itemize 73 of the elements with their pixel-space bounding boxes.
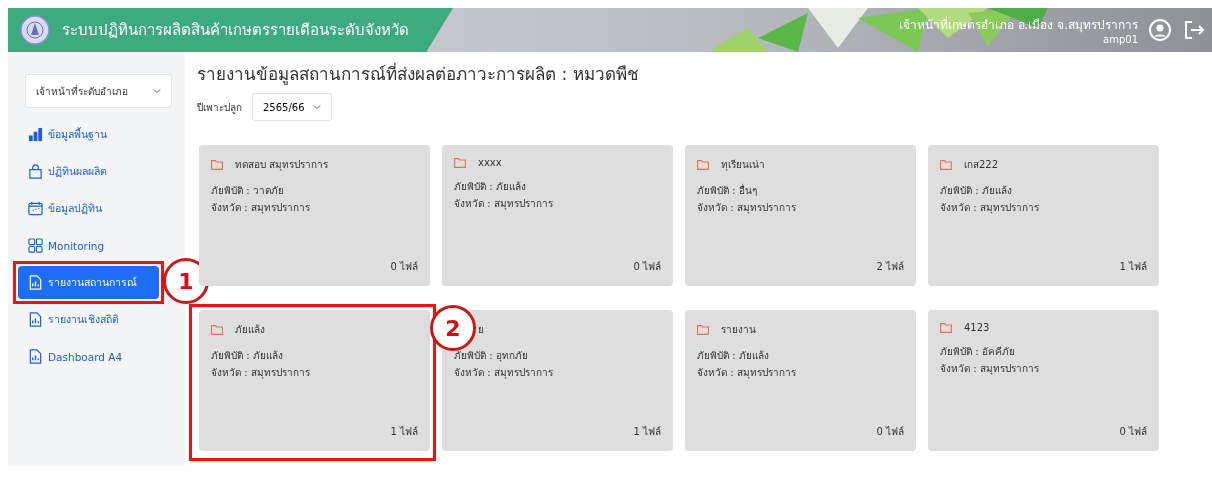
folder-icon [697, 159, 709, 170]
hazard-text: ภัยพิบัติ : ภัยแล้ง [697, 349, 770, 363]
folder-icon [697, 324, 709, 335]
report-card[interactable]: 4123 ภัยพิบัติ : อัคคีภัย จังหวัด : สมุทรปราการ 0 ไฟล์ [928, 310, 1159, 451]
hazard-text: ภัยพิบัติ : อัคคีภัย [940, 345, 1016, 359]
file-count: 0 ไฟล์ [876, 425, 904, 439]
chevron-down-icon [312, 103, 321, 111]
folder-icon [454, 157, 466, 168]
card-title: รายงาน [721, 323, 756, 337]
card-title: ภัยแล้ง [235, 323, 265, 337]
sidebar-item[interactable]: รายงานสถานการณ์ [18, 266, 159, 299]
hazard-text: ภัยพิบัติ : ภัยแล้ง [454, 180, 527, 194]
file-count: 1 ไฟล์ [633, 425, 661, 439]
sidebar-item[interactable]: Monitoring [18, 229, 159, 262]
hazard-text: ภัยพิบัติ : ภัยแล้ง [940, 184, 1013, 198]
hazard-text: ภัยพิบัติ : ภัยแล้ง [211, 349, 284, 363]
page-title: รายงานข้อมูลสถานการณ์ที่ส่งผลต่อภาวะการผลิต : หมวดพืช [197, 61, 640, 87]
report-icon [28, 275, 43, 290]
folder-icon [940, 159, 952, 170]
report-card[interactable]: ทดสอบ สมุทรปราการ ภัยพิบัติ : วาตภัย จังหวัด : สมุทรปราการ 0 ไฟล์ [199, 145, 430, 286]
report-card[interactable]: xxxx ภัยพิบัติ : ภัยแล้ง จังหวัด : สมุทรปราการ 0 ไฟล์ [442, 145, 673, 286]
file-count: 0 ไฟล์ [633, 260, 661, 274]
province-text: จังหวัด : สมุทรปราการ [211, 201, 311, 216]
bar-chart-icon [28, 127, 43, 142]
sidebar-item[interactable]: ข้อมูลพื้นฐาน [18, 118, 159, 151]
card-title: xxxx [478, 157, 502, 168]
province-text: จังหวัด : สมุทรปราการ [454, 197, 554, 212]
hazard-text: ภัยพิบัติ : อุทกภัย [454, 349, 529, 364]
card-title: ทุเรียนเน่า [721, 158, 765, 172]
hazard-text: ภัยพิบัติ : วาตภัย [211, 184, 285, 198]
role-dropdown[interactable]: เจ้าหน้าที่ระดับอำเภอ [25, 74, 172, 108]
app-title: ระบบปฏิทินการผลิตสินค้าเกษตรรายเดือนระดับจังหวัด [62, 20, 409, 41]
file-count: 0 ไฟล์ [1119, 425, 1147, 439]
report-card[interactable]: เกส222 ภัยพิบัติ : ภัยแล้ง จังหวัด : สมุทรปราการ 1 ไฟล์ [928, 145, 1159, 286]
report-card[interactable]: ทุเรียนเน่า ภัยพิบัติ : อื่นๆ จังหวัด : สมุทรปราการ 2 ไฟล์ [685, 145, 916, 286]
file-count: 1 ไฟล์ [390, 425, 418, 439]
province-text: จังหวัด : สมุทรปราการ [697, 366, 797, 381]
sidebar-item[interactable]: Dashboard A4 [18, 340, 159, 373]
file-count: 2 ไฟล์ [876, 260, 904, 274]
province-text: จังหวัด : สมุทรปราการ [211, 366, 311, 381]
emblem-icon [20, 15, 50, 45]
chevron-down-icon [153, 87, 161, 95]
report-card[interactable]: รายงาน ภัยพิบัติ : ภัยแล้ง จังหวัด : สมุทรปราการ 0 ไฟล์ [685, 310, 916, 451]
season-label: ปีเพาะปลูก [197, 100, 242, 115]
report-icon [28, 312, 43, 327]
report-icon [28, 349, 43, 364]
folder-icon [940, 322, 952, 333]
user-id: amp01 [1103, 34, 1138, 45]
sidebar-item[interactable]: ปฏิทินผลผลิต [18, 155, 159, 188]
file-count: 0 ไฟล์ [390, 260, 418, 274]
report-card[interactable]: ภัยแล้ง ภัยพิบัติ : ภัยแล้ง จังหวัด : สมุทรปราการ 1 ไฟล์ [199, 310, 430, 451]
card-title: 4123 [964, 322, 990, 333]
folder-icon [211, 159, 223, 170]
logout-icon[interactable] [1182, 18, 1206, 42]
province-text: จังหวัด : สมุทรปราการ [697, 201, 797, 216]
card-title: เกส222 [964, 158, 999, 172]
card-title: ทดสอบ สมุทรปราการ [235, 158, 329, 172]
card-title: ย [478, 323, 484, 337]
file-count: 1 ไฟล์ [1119, 260, 1147, 274]
bag-icon [28, 164, 43, 179]
step-number: 2 [430, 305, 476, 351]
folder-icon [211, 324, 223, 335]
calendar-icon [28, 201, 43, 216]
province-text: จังหวัด : สมุทรปราการ [940, 201, 1040, 216]
account-icon[interactable] [1148, 18, 1172, 42]
user-name: เจ้าหน้าที่เกษตรอำเภอ อ.เมือง จ.สมุทรปราการ [898, 15, 1138, 34]
province-text: จังหวัด : สมุทรปราการ [454, 366, 554, 381]
season-dropdown[interactable]: 2565/66 [252, 93, 332, 121]
province-text: จังหวัด : สมุทรปราการ [940, 362, 1040, 377]
sidebar-item[interactable]: ข้อมูลปฏิทิน [18, 192, 159, 225]
grid-icon [28, 238, 43, 253]
hazard-text: ภัยพิบัติ : อื่นๆ [697, 182, 758, 198]
sidebar-item[interactable]: รายงานเชิงสถิติ [18, 303, 159, 336]
